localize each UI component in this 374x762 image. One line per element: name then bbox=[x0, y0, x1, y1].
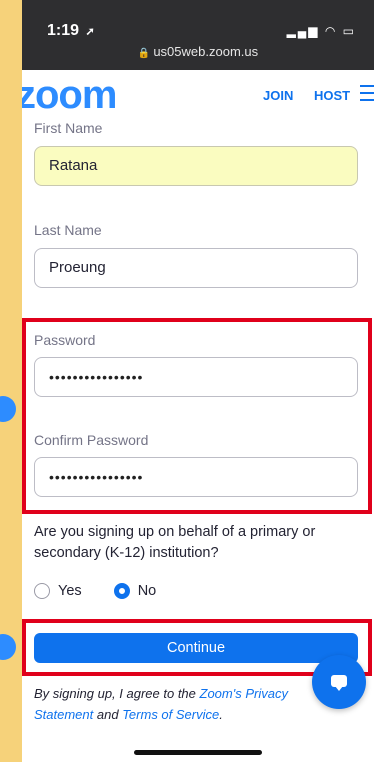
zoom-logo[interactable]: zoom bbox=[22, 75, 117, 115]
lock-icon: 🔒 bbox=[137, 48, 151, 59]
phone-screen: 1:19 ➚ ▂▄▆ ◠ ▭ 🔒 us05web.zoom.us zoom JOI… bbox=[22, 0, 374, 762]
radio-yes-label[interactable]: Yes bbox=[58, 583, 82, 599]
last-name-label: Last Name bbox=[34, 222, 102, 238]
k12-question: Are you signing up on behalf of a primar… bbox=[34, 524, 316, 561]
step-marker-2 bbox=[0, 634, 16, 660]
terms-of-service-link[interactable]: Terms of Service bbox=[122, 707, 219, 722]
terms-prefix: By signing up, I agree to the bbox=[34, 686, 200, 701]
k12-radio-group: Yes No bbox=[34, 583, 184, 600]
terms-suffix: . bbox=[219, 707, 223, 722]
status-bar: 1:19 ➚ ▂▄▆ ◠ ▭ 🔒 us05web.zoom.us bbox=[22, 0, 374, 70]
system-icons: ▂▄▆ ◠ ▭ bbox=[286, 24, 356, 38]
site-header: zoom JOIN HOST bbox=[22, 70, 374, 116]
terms-and: and bbox=[93, 707, 123, 722]
first-name-label: First Name bbox=[34, 120, 103, 136]
first-name-field[interactable]: Ratana bbox=[34, 146, 358, 186]
terms-text: By signing up, I agree to the Zoom's Pri… bbox=[34, 683, 304, 725]
location-icon: ➚ bbox=[85, 26, 95, 38]
radio-no-label[interactable]: No bbox=[138, 583, 157, 599]
join-link[interactable]: JOIN bbox=[263, 88, 293, 103]
address-bar[interactable]: 🔒 us05web.zoom.us bbox=[22, 44, 374, 59]
step-marker-1 bbox=[0, 396, 16, 422]
last-name-field[interactable]: Proeung bbox=[34, 248, 358, 288]
url-text: us05web.zoom.us bbox=[153, 44, 259, 59]
host-link[interactable]: HOST bbox=[314, 88, 350, 103]
status-time: 1:19 ➚ bbox=[47, 22, 95, 40]
password-highlight-box bbox=[22, 318, 372, 514]
time-text: 1:19 bbox=[47, 22, 80, 39]
home-indicator[interactable] bbox=[134, 750, 262, 755]
hamburger-menu-icon[interactable] bbox=[360, 85, 374, 101]
chat-button[interactable] bbox=[312, 655, 366, 709]
radio-yes[interactable] bbox=[34, 583, 50, 600]
radio-no[interactable] bbox=[113, 583, 130, 600]
